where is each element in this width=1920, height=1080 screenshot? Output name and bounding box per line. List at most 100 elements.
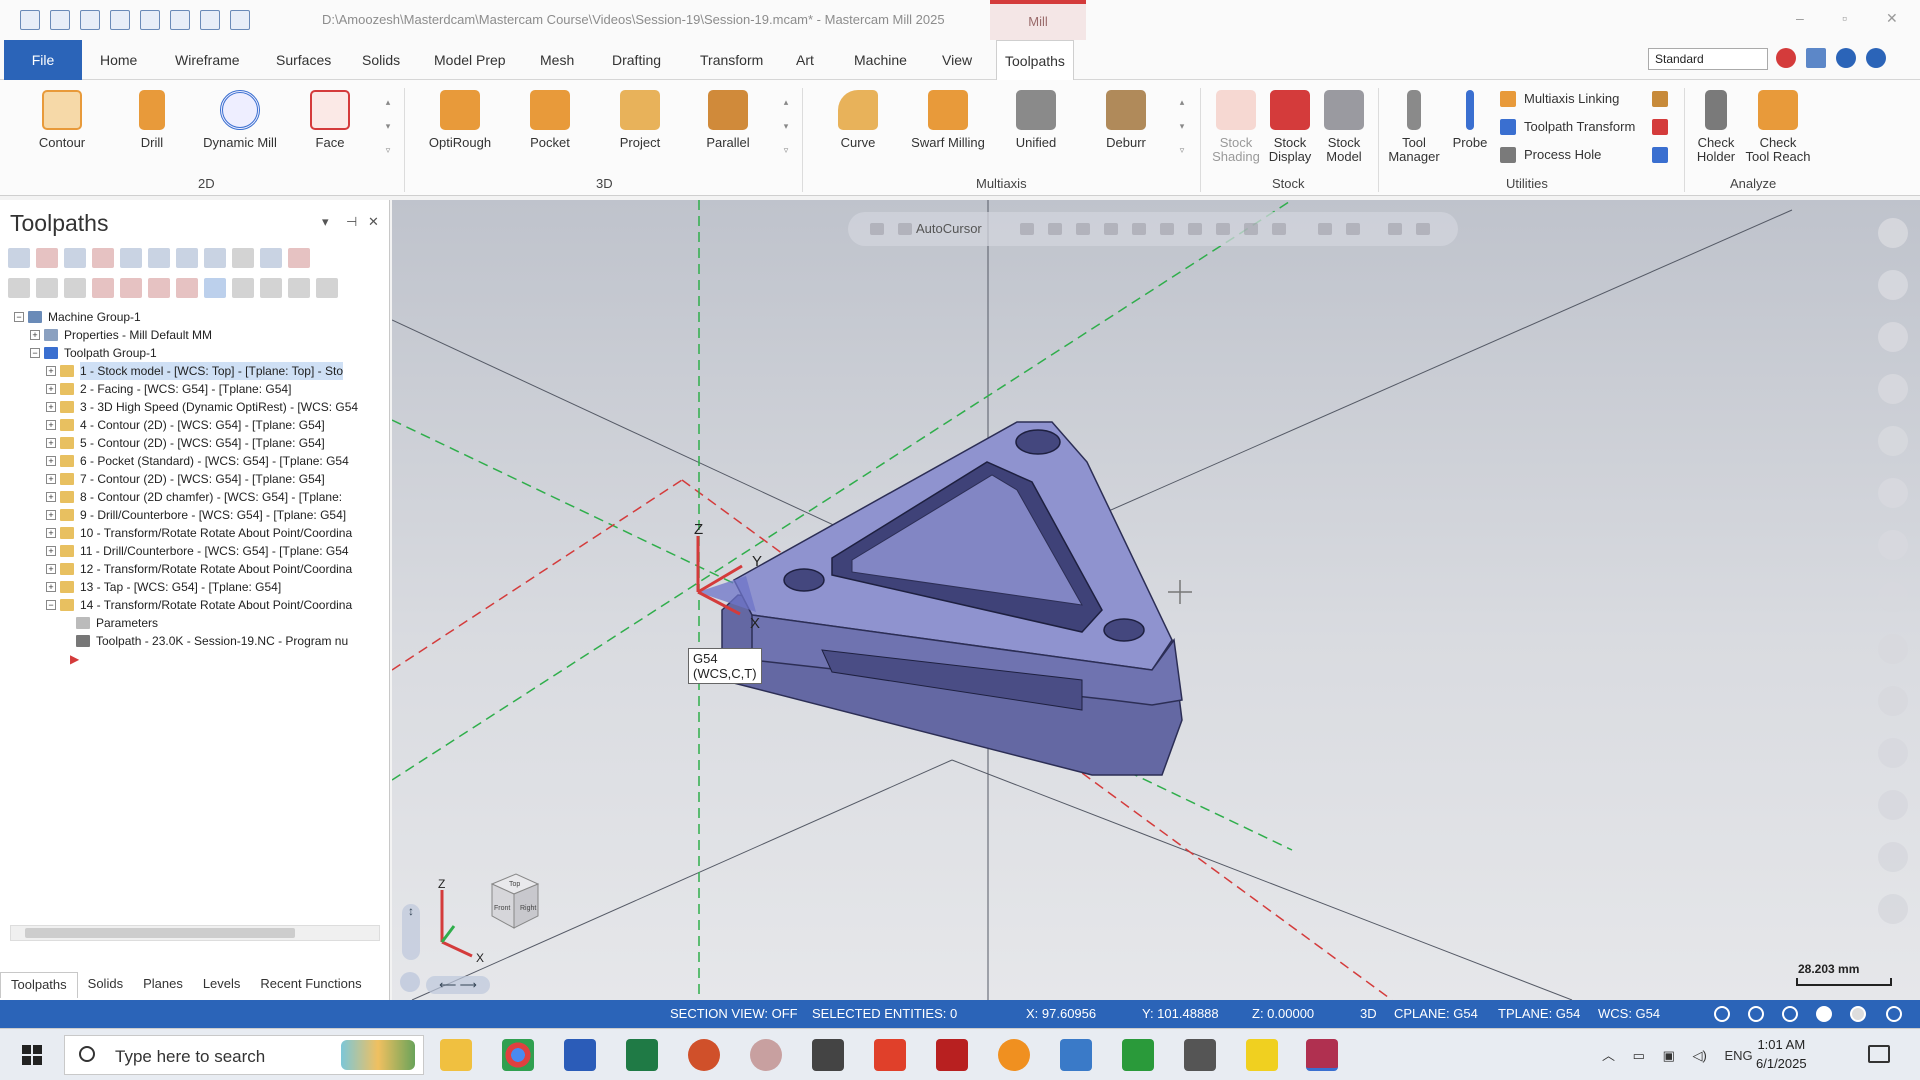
snap-icon[interactable] <box>1132 223 1146 235</box>
backplot-icon[interactable] <box>120 248 142 268</box>
help-icon[interactable] <box>1866 48 1886 68</box>
calculator-icon[interactable] <box>812 1039 844 1071</box>
undo-selection-icon[interactable] <box>1388 223 1402 235</box>
line-icon[interactable] <box>1878 322 1908 352</box>
tree-operation[interactable]: +4 - Contour (2D) - [WCS: G54] - [Tplane… <box>0 416 384 434</box>
section-view-status[interactable]: SECTION VIEW: OFF <box>670 1006 798 1021</box>
tree-expander-icon[interactable]: + <box>46 366 56 376</box>
z-coordinate[interactable]: Z: 0.00000 <box>1252 1006 1314 1021</box>
tree-operation[interactable]: +10 - Transform/Rotate Rotate About Poin… <box>0 524 384 542</box>
print-icon[interactable] <box>110 10 130 30</box>
tree-toolpath-group[interactable]: − Toolpath Group-1 <box>0 344 384 362</box>
panel-pin-icon[interactable]: ⊣ <box>346 214 357 230</box>
toggle-display-icon[interactable] <box>36 278 58 298</box>
only-selected-icon[interactable] <box>204 278 226 298</box>
insert-arrow-icon[interactable] <box>148 278 170 298</box>
x-coordinate[interactable]: X: 97.60956 <box>1026 1006 1096 1021</box>
g1-icon[interactable] <box>232 248 254 268</box>
list-icon[interactable] <box>288 278 310 298</box>
excel-icon[interactable] <box>626 1039 658 1071</box>
translucent-sphere-icon[interactable] <box>1850 1006 1866 1022</box>
tab-model-prep[interactable]: Model Prep <box>426 40 514 80</box>
autocursor-toolbar-icon[interactable] <box>870 223 884 235</box>
tree-operation[interactable]: − 14 - Transform/Rotate Rotate About Poin… <box>0 596 384 614</box>
tab-wireframe[interactable]: Wireframe <box>167 40 248 80</box>
wireframe-globe-icon[interactable] <box>1748 1006 1764 1022</box>
save-icon[interactable] <box>50 10 70 30</box>
cplane-status[interactable]: CPLANE: G54 <box>1394 1006 1478 1021</box>
tree-expander-icon[interactable]: + <box>46 546 56 556</box>
face-button[interactable]: Face <box>288 86 372 170</box>
taskbar-clock[interactable]: 1:01 AM 6/1/2025 <box>1756 1035 1807 1073</box>
word-icon[interactable] <box>564 1039 596 1071</box>
curve-button[interactable]: Curve <box>816 86 900 170</box>
verify-icon[interactable] <box>148 248 170 268</box>
tree-expander-icon[interactable]: − <box>14 312 24 322</box>
app-icon[interactable] <box>750 1039 782 1071</box>
swarf-milling-button[interactable]: Swarf Milling <box>906 86 990 170</box>
optirough-button[interactable]: OptiRough <box>418 86 502 170</box>
3d-gallery-scroll[interactable]: ▴ ▾ ▿ <box>780 90 792 166</box>
tree-properties[interactable]: + Properties - Mill Default MM <box>0 326 384 344</box>
feedback-icon[interactable] <box>1806 48 1826 68</box>
panel-menu-icon[interactable]: ▾ <box>322 214 329 230</box>
powerpoint-icon[interactable] <box>688 1039 720 1071</box>
zoom-vertical-control[interactable]: ↕ <box>402 904 420 960</box>
tree-nc-file[interactable]: Toolpath - 23.0K - Session-19.NC - Progr… <box>0 632 384 650</box>
battery-icon[interactable]: ▭ <box>1633 1048 1645 1063</box>
tab-toolpaths-manager[interactable]: Toolpaths <box>0 972 78 998</box>
drill-button[interactable]: Drill <box>110 86 194 170</box>
chrome-icon[interactable] <box>502 1039 534 1071</box>
mastercam-taskbar-icon[interactable] <box>1306 1039 1338 1071</box>
standard-select[interactable]: Standard <box>1648 48 1768 70</box>
edges-icon[interactable] <box>1886 1006 1902 1022</box>
snap-icon[interactable] <box>1076 223 1090 235</box>
lock-icon[interactable] <box>8 278 30 298</box>
tab-file[interactable]: File <box>4 40 82 80</box>
tree-expander-icon[interactable]: + <box>46 402 56 412</box>
tplane-status[interactable]: TPLANE: G54 <box>1498 1006 1580 1021</box>
tree-operation[interactable]: +9 - Drill/Counterbore - [WCS: G54] - [T… <box>0 506 384 524</box>
wcs-status[interactable]: WCS: G54 <box>1598 1006 1660 1021</box>
tree-operation[interactable]: +1 - Stock model - [WCS: Top] - [Tplane:… <box>0 362 384 380</box>
shaded-globe-icon[interactable] <box>1782 1006 1798 1022</box>
regenerate-icon[interactable] <box>64 248 86 268</box>
sticky-notes-icon[interactable] <box>1246 1039 1278 1071</box>
tree-operation[interactable]: +13 - Tap - [WCS: G54] - [Tplane: G54] <box>0 578 384 596</box>
filezilla-icon[interactable] <box>936 1039 968 1071</box>
add-icon[interactable] <box>1878 270 1908 300</box>
wizard-icon[interactable] <box>288 248 310 268</box>
tree-parameters[interactable]: Parameters <box>0 614 384 632</box>
pencil-icon[interactable] <box>1878 582 1908 612</box>
utility-extra-icon[interactable] <box>1652 144 1676 166</box>
print-preview-icon[interactable] <box>140 10 160 30</box>
clear-colors-icon[interactable] <box>1878 218 1908 248</box>
deburr-button[interactable]: Deburr <box>1084 86 1168 170</box>
tree-expander-icon[interactable]: + <box>46 420 56 430</box>
utility-extra-icon[interactable] <box>1652 88 1676 110</box>
project-button[interactable]: Project <box>598 86 682 170</box>
snap-icon[interactable] <box>1048 223 1062 235</box>
check-tool-reach-button[interactable]: Check Tool Reach <box>1734 86 1822 170</box>
snap-icon[interactable] <box>1104 223 1118 235</box>
file-explorer-icon[interactable] <box>440 1039 472 1071</box>
move-up-icon[interactable] <box>120 278 142 298</box>
tree-expander-icon[interactable]: + <box>46 456 56 466</box>
tab-recent-functions[interactable]: Recent Functions <box>250 972 371 998</box>
tab-solids[interactable]: Solids <box>354 40 408 80</box>
tree-expander-icon[interactable]: + <box>46 492 56 502</box>
tab-view[interactable]: View <box>934 40 980 80</box>
tree-expander-icon[interactable]: + <box>46 582 56 592</box>
tree-operation[interactable]: +8 - Contour (2D chamfer) - [WCS: G54] -… <box>0 488 384 506</box>
post-toggle-icon[interactable] <box>64 278 86 298</box>
tree-horizontal-scrollbar[interactable] <box>10 925 380 941</box>
tree-operation[interactable]: +6 - Pocket (Standard) - [WCS: G54] - [T… <box>0 452 384 470</box>
tree-expander-icon[interactable]: + <box>46 474 56 484</box>
app-red-icon[interactable] <box>874 1039 906 1071</box>
info-icon[interactable] <box>1836 48 1856 68</box>
tree-operation[interactable]: +5 - Contour (2D) - [WCS: G54] - [Tplane… <box>0 434 384 452</box>
toolpath-axis-icon[interactable] <box>260 248 282 268</box>
network-icon[interactable]: ▣ <box>1663 1048 1675 1063</box>
tree-operation[interactable]: +3 - 3D High Speed (Dynamic OptiRest) - … <box>0 398 384 416</box>
tree-expander-icon[interactable]: + <box>46 384 56 394</box>
